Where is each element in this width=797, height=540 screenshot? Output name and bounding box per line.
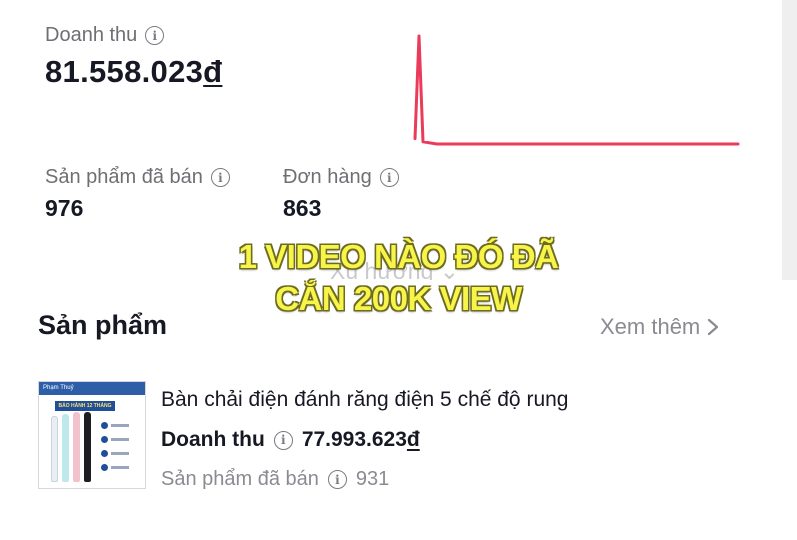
product-revenue: Doanh thu i 77.993.623đ	[161, 428, 420, 451]
toothbrush-image	[73, 412, 80, 482]
stats-card: Doanh thu i 81.558.023đ Sản phẩm đã bán …	[0, 0, 782, 284]
product-sold: Sản phẩm đã bán i 931	[161, 468, 390, 490]
currency-symbol: đ	[406, 428, 420, 451]
thumbnail-brand: Phạm Thuỷ	[39, 382, 145, 395]
revenue-label: Doanh thu i	[45, 24, 165, 47]
info-icon[interactable]: i	[145, 26, 165, 45]
products-sold-value: 976	[45, 195, 84, 221]
chevron-right-icon	[708, 318, 719, 336]
products-card: Sản phẩm Xem thêm Phạm Thuỷ BẢO HÀNH 12 …	[0, 280, 797, 540]
toothbrush-image	[51, 416, 58, 482]
feature-dot	[101, 450, 108, 457]
toothbrush-image	[84, 412, 91, 482]
info-icon[interactable]: i	[379, 168, 399, 187]
thumbnail-banner: BẢO HÀNH 12 THÁNG	[55, 401, 115, 411]
feature-text	[111, 466, 129, 469]
currency-symbol: đ	[203, 54, 223, 89]
revenue-value: 81.558.023đ	[45, 54, 223, 89]
revenue-trend-chart	[413, 34, 740, 146]
section-title: Sản phẩm	[38, 310, 168, 340]
products-sold-label: Sản phẩm đã bán i	[45, 166, 230, 189]
feature-text	[111, 438, 129, 441]
feature-text	[111, 452, 129, 455]
trend-line	[413, 34, 740, 146]
product-thumbnail[interactable]: Phạm Thuỷ BẢO HÀNH 12 THÁNG	[38, 381, 146, 489]
feature-dot	[101, 422, 108, 429]
see-more-link[interactable]: Xem thêm	[600, 314, 720, 340]
orders-label: Đơn hàng i	[283, 166, 399, 189]
toothbrush-image	[62, 414, 69, 482]
orders-value: 863	[283, 195, 322, 221]
info-icon[interactable]: i	[327, 470, 347, 489]
feature-dot	[101, 464, 108, 471]
feature-text	[111, 424, 129, 427]
info-icon[interactable]: i	[273, 430, 293, 450]
feature-dot	[101, 436, 108, 443]
product-name[interactable]: Bàn chải điện đánh răng điện 5 chế độ ru…	[161, 388, 568, 412]
info-icon[interactable]: i	[210, 168, 230, 187]
